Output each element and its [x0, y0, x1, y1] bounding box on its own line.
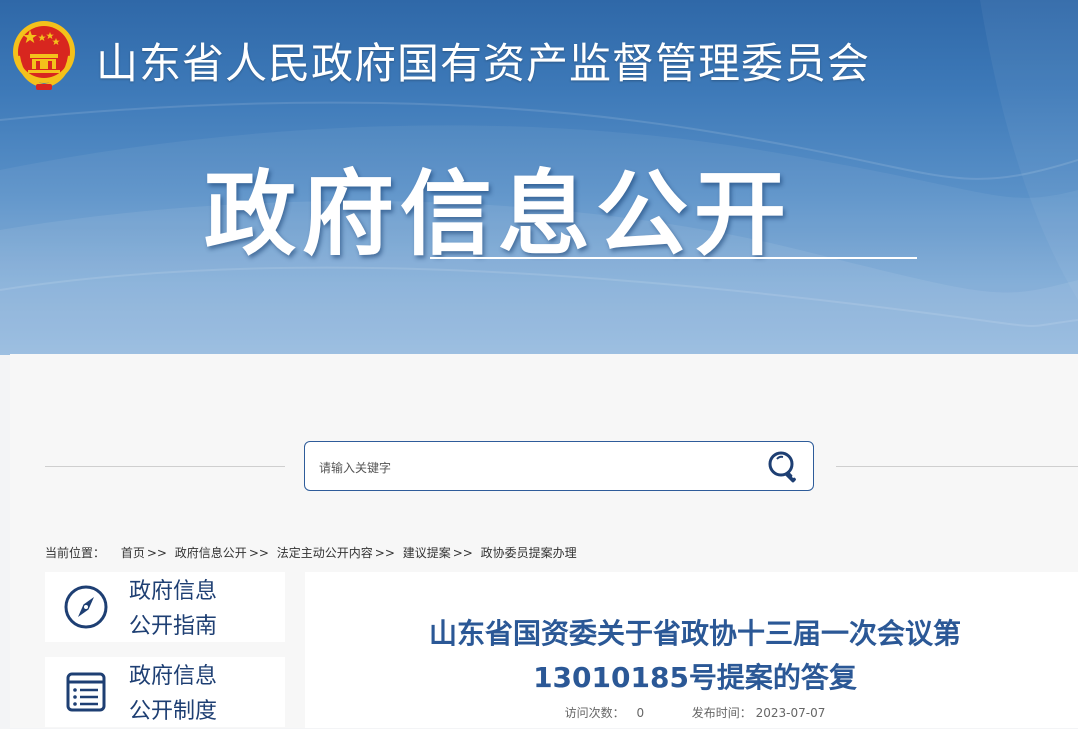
sidebar-label-line2: 公开指南 [129, 614, 218, 639]
views-label: 访问次数： [564, 706, 625, 720]
article-panel: 山东省国资委关于省政协十三届一次会议第 13010185号提案的答复 访问次数：… [305, 572, 1078, 728]
compass-icon [64, 585, 108, 629]
sidebar-item-disclosure-system[interactable]: 政府信息 公开制度 [45, 657, 285, 727]
breadcrumb-item-legal-content[interactable]: 法定主动公开内容 [277, 544, 373, 561]
breadcrumb-separator: >> [452, 546, 473, 560]
document-list-icon [66, 672, 106, 712]
sidebar-label-line2: 公开制度 [129, 699, 218, 724]
article-title: 山东省国资委关于省政协十三届一次会议第 13010185号提案的答复 [325, 612, 1065, 700]
breadcrumb-prefix: 当前位置： [45, 546, 106, 560]
breadcrumb-separator: >> [248, 546, 269, 560]
breadcrumb-separator: >> [374, 546, 395, 560]
search-icon [768, 451, 796, 483]
search-box [304, 441, 814, 491]
breadcrumb-item-gov-info[interactable]: 政府信息公开 [175, 544, 247, 561]
site-name: 山东省人民政府国有资产监督管理委员会 [96, 39, 871, 88]
breadcrumb-separator: >> [146, 546, 167, 560]
sidebar-item-disclosure-guide[interactable]: 政府信息 公开指南 [45, 572, 285, 642]
title-underline [430, 257, 917, 259]
article-meta: 访问次数： 0 发布时间： 2023-07-07 [325, 704, 1065, 721]
breadcrumb-item-home[interactable]: 首页 [121, 544, 145, 561]
search-divider-right [836, 466, 1078, 467]
content-panel: 当前位置： 首页>> 政府信息公开>> 法定主动公开内容>> 建议提案>> 政协… [10, 354, 1078, 728]
sidebar-item-label: 政府信息 公开制度 [129, 659, 279, 729]
breadcrumb: 当前位置： 首页 >> 政府信息公开 >> 法定主动公开内容 >> 建议提案 >> 政协… [45, 544, 577, 561]
sidebar-label-line1: 政府信息 [129, 664, 218, 689]
publish-date: 2023-07-07 [755, 706, 826, 720]
sidebar-item-label: 政府信息 公开指南 [129, 574, 279, 644]
search-divider-left [45, 466, 285, 467]
article-title-line1: 山东省国资委关于省政协十三届一次会议第 [428, 617, 961, 650]
views-count: 0 [636, 706, 645, 720]
header-banner: 山东省人民政府国有资产监督管理委员会 政府信息公开 [0, 0, 1078, 355]
search-input[interactable] [317, 454, 751, 482]
section-title: 政府信息公开 [204, 161, 793, 268]
publish-date-label: 发布时间： [691, 706, 752, 720]
article-title-line2: 13010185号提案的答复 [533, 661, 857, 694]
search-button[interactable] [765, 448, 803, 486]
breadcrumb-item-cppcc-proposals[interactable]: 政协委员提案办理 [481, 544, 577, 561]
sidebar-label-line1: 政府信息 [129, 579, 218, 604]
breadcrumb-item-proposals[interactable]: 建议提案 [403, 544, 451, 561]
national-emblem-icon [13, 21, 75, 90]
